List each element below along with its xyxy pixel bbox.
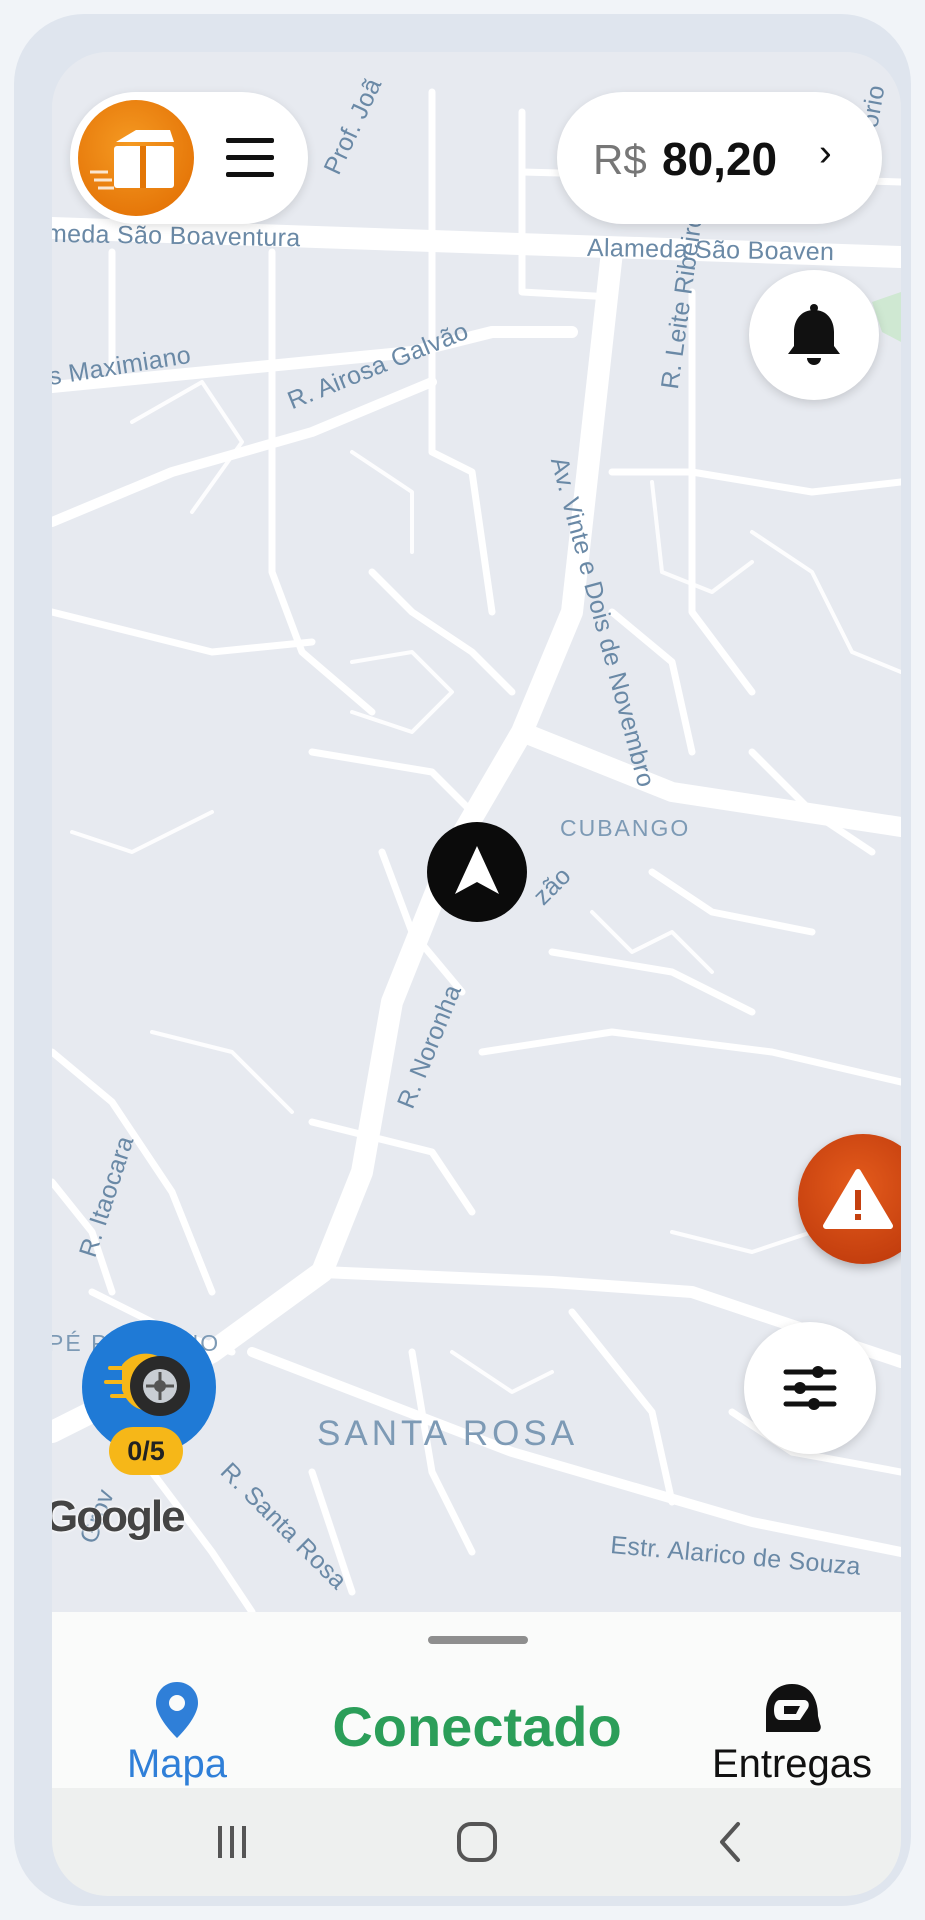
alert-button[interactable] (798, 1134, 901, 1264)
tab-map-label: Mapa (126, 1742, 228, 1786)
hamburger-menu-icon[interactable] (226, 138, 274, 178)
home-button[interactable] (447, 1812, 507, 1872)
tab-deliveries[interactable]: Entregas (692, 1680, 892, 1786)
system-nav-bar (52, 1788, 901, 1896)
map-pin-icon (156, 1682, 198, 1738)
delivery-box-icon (90, 130, 174, 190)
street-label: Alameda São Boaven (586, 233, 835, 267)
balance-button[interactable]: R$ 80,20 › (557, 92, 882, 224)
bottom-sheet: Mapa Conectado Entregas (52, 1612, 901, 1788)
back-icon (720, 1822, 740, 1862)
helmet-icon (766, 1684, 821, 1732)
recent-apps-icon (218, 1826, 246, 1858)
notifications-button[interactable] (749, 270, 879, 400)
menu-pill[interactable] (70, 92, 308, 224)
google-attribution: Google (52, 1492, 186, 1541)
balance-amount: 80,20 (662, 133, 778, 185)
area-label: CUBANGO (560, 815, 691, 841)
filter-button[interactable] (744, 1322, 876, 1454)
tab-map[interactable]: Mapa (102, 1680, 252, 1786)
sheet-drag-handle[interactable] (428, 1636, 528, 1644)
sliders-icon (783, 1366, 837, 1410)
delivery-count-badge: 0/5 (109, 1427, 183, 1475)
app-logo[interactable] (78, 100, 194, 216)
area-label: SANTA ROSA (317, 1414, 579, 1453)
warning-icon (823, 1169, 893, 1229)
home-icon (457, 1822, 497, 1862)
screen: meda São Boaventura Alameda São Boaven s… (52, 52, 901, 1896)
device-frame: meda São Boaventura Alameda São Boaven s… (14, 14, 911, 1906)
street-label: meda São Boaventura (52, 219, 301, 253)
bell-icon (788, 304, 840, 365)
balance-currency: R$ (593, 136, 647, 183)
navigation-arrow-icon (455, 846, 499, 894)
current-location-marker (427, 822, 527, 922)
recent-apps-button[interactable] (202, 1812, 262, 1872)
tab-deliveries-label: Entregas (711, 1742, 873, 1786)
connection-status[interactable]: Conectado (282, 1694, 672, 1759)
back-button[interactable] (702, 1812, 762, 1872)
chevron-right-icon: › (819, 132, 832, 174)
